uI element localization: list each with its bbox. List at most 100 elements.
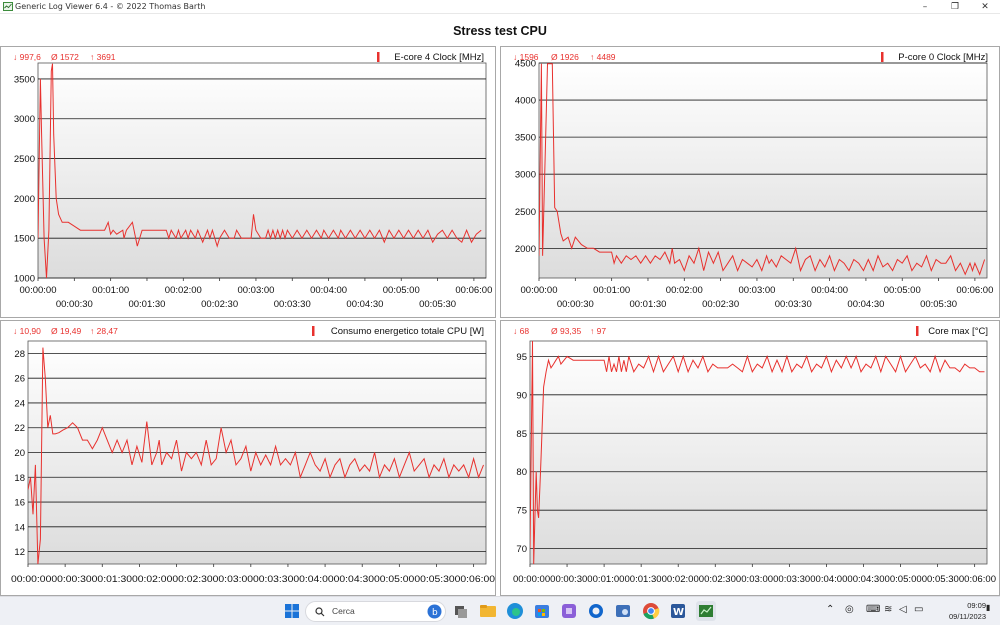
cortana-icon[interactable] <box>586 601 606 621</box>
y-tick-label: 20 <box>14 448 25 459</box>
chart-panel-3: ↓ 10,90 Ø 19,49 ↑ 28,47 Consumo energetico … <box>0 320 496 596</box>
legend-swatch <box>377 52 380 62</box>
y-tick-label: 4000 <box>515 96 536 107</box>
x-tick-label: 00:01:30 <box>128 299 165 310</box>
chrome-icon[interactable] <box>641 601 661 621</box>
x-tick-label: 00:03:00 <box>237 285 274 296</box>
stat-min: ↓ 68 <box>513 326 529 336</box>
y-tick-label: 1500 <box>14 234 35 245</box>
stat-min: ↓ 997,6 <box>13 52 41 62</box>
y-tick-label: 70 <box>516 544 527 555</box>
plot-area[interactable] <box>37 62 487 279</box>
series-legend-label: E-core 4 Clock [MHz] <box>394 52 484 63</box>
stat-avg: Ø 1572 <box>51 52 79 62</box>
task-view-icon[interactable] <box>451 601 471 621</box>
y-tick-label: 2000 <box>14 194 35 205</box>
y-tick-label: 80 <box>516 467 527 478</box>
y-tick-label: 4500 <box>515 59 536 70</box>
x-tick-label: 00:02:30 <box>702 299 739 310</box>
file-explorer-icon[interactable] <box>478 601 498 621</box>
plot-area[interactable] <box>538 62 988 279</box>
x-tick-label: 00:04:30 <box>346 299 383 310</box>
y-tick-label: 75 <box>516 506 527 517</box>
x-tick-label: 00:01:00 <box>92 285 129 296</box>
clock-date: 09/11/2023 <box>949 612 986 621</box>
taskbar: Cerca b W ⌃ ◎ ⌨ ≋ ◁ ▭ 09:09 09/11/2023 ▮ <box>0 596 1000 625</box>
notifications-icon[interactable]: ▮ <box>986 603 990 612</box>
x-tick-label: 00:00:00 <box>20 285 57 296</box>
store-icon[interactable] <box>532 601 552 621</box>
y-tick-label: 1000 <box>14 274 35 285</box>
series-legend-label: Consumo energetico totale CPU [W] <box>331 326 484 337</box>
svg-text:W: W <box>673 607 684 618</box>
y-tick-label: 16 <box>14 498 25 509</box>
y-tick-label: 28 <box>14 349 25 360</box>
word-icon[interactable]: W <box>668 601 688 621</box>
language-icon[interactable]: ⌨ <box>866 604 880 615</box>
legend-swatch <box>881 52 884 62</box>
x-tick-label: 00:05:30 <box>419 299 456 310</box>
x-tick-label: 00:05:00 <box>884 285 921 296</box>
y-tick-label: 85 <box>516 429 527 440</box>
y-tick-label: 3000 <box>515 170 536 181</box>
legend-swatch <box>312 326 315 336</box>
x-tick-label: 00:02:30 <box>201 299 238 310</box>
x-tick-label: 00:03:30 <box>274 299 311 310</box>
y-tick-label: 90 <box>516 390 527 401</box>
chart-panel-2: ↓ 1596 Ø 1926 ↑ 4489 P-core 0 Clock [MHz]20… <box>500 46 1000 318</box>
chevron-up-icon[interactable]: ⌃ <box>826 604 834 615</box>
onenote-icon[interactable] <box>559 601 579 621</box>
x-tick-label: 00:04:00 <box>310 285 347 296</box>
x-tick-label: 00:00:30 <box>56 299 93 310</box>
x-tick-label: 00:00:30 <box>557 299 594 310</box>
y-tick-label: 14 <box>14 522 25 533</box>
svg-text:b: b <box>432 608 438 618</box>
x-tick-label: 00:03:00 <box>738 285 775 296</box>
log-viewer-taskbar-icon[interactable] <box>696 601 716 621</box>
battery-icon[interactable]: ▭ <box>914 604 923 615</box>
y-tick-label: 2000 <box>515 244 536 255</box>
y-tick-label: 26 <box>14 374 25 385</box>
search-icon <box>315 607 325 617</box>
x-tick-label: 00:02:00 <box>666 285 703 296</box>
stat-avg: Ø 93,35 <box>551 326 582 336</box>
stat-max: ↑ 4489 <box>590 52 616 62</box>
y-tick-label: 22 <box>14 423 25 434</box>
stat-max: ↑ 28,47 <box>90 326 118 336</box>
y-tick-label: 3500 <box>14 74 35 85</box>
x-tick-label: 00:03:30 <box>775 299 812 310</box>
x-tick-label: 00:04:30 <box>847 299 884 310</box>
y-tick-label: 2500 <box>515 207 536 218</box>
chart-panel-1: ↓ 997,6 Ø 1572 ↑ 3691 E-core 4 Clock [MHz] 1… <box>0 46 496 318</box>
x-tick-label: 00:01:00 <box>593 285 630 296</box>
volume-icon[interactable]: ◁ <box>899 604 907 615</box>
windows-start-icon[interactable] <box>282 601 302 621</box>
y-tick-label: 18 <box>14 473 25 484</box>
y-tick-label: 95 <box>516 352 527 363</box>
stat-avg: Ø 1926 <box>551 52 579 62</box>
taskbar-clock[interactable]: 09:09 09/11/2023 <box>949 600 986 622</box>
y-tick-label: 3000 <box>14 114 35 125</box>
legend-swatch <box>916 326 919 336</box>
chart-panel-4: ↓ 68 Ø 93,35 ↑ 97 Core max [°C] 70 75 80 85 90 95… <box>500 320 1000 596</box>
stat-min: ↓ 10,90 <box>13 326 41 336</box>
taskbar-search-box[interactable]: Cerca b <box>305 601 446 622</box>
x-tick-label: 00:05:30 <box>920 299 957 310</box>
charts-area: ↓ 997,6 Ø 1572 ↑ 3691 E-core 4 Clock [MHz] 1… <box>0 46 1000 596</box>
x-tick-label: 00:06:00 <box>956 285 993 296</box>
x-tick-label: 00:05:00 <box>383 285 420 296</box>
plot-area[interactable] <box>529 340 988 565</box>
bing-icon[interactable]: b <box>427 604 442 619</box>
edge-browser-icon[interactable] <box>505 601 525 621</box>
x-tick-label: 00:02:00 <box>165 285 202 296</box>
x-tick-labels-overlapping: 00:00:0000:00:3000:01:3000:02:0000:02:30… <box>11 574 495 585</box>
stat-avg: Ø 19,49 <box>51 326 82 336</box>
stat-max: ↑ 97 <box>590 326 606 336</box>
wifi-icon[interactable]: ≋ <box>884 604 892 615</box>
x-tick-label: 00:01:30 <box>629 299 666 310</box>
phone-link-icon[interactable]: ◎ <box>845 604 854 615</box>
y-tick-label: 12 <box>14 547 25 558</box>
snipping-tool-icon[interactable] <box>613 601 633 621</box>
clock-time: 09:09 <box>967 601 986 610</box>
x-tick-labels-overlapping: 00:00:0000:00:3000:01:0000:01:3000:02:00… <box>513 574 996 585</box>
